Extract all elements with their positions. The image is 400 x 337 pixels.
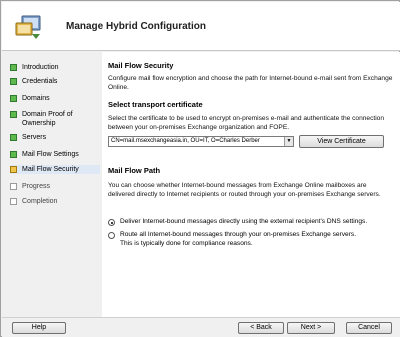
- nav-item-label: Mail Flow Settings: [22, 151, 79, 158]
- option-direct-delivery[interactable]: Deliver Internet-bound messages directly…: [108, 218, 393, 227]
- nav-item-label: Servers: [22, 134, 47, 141]
- mail-flow-path-description: You can choose whether Internet-bound me…: [108, 182, 381, 198]
- radio-direct[interactable]: [108, 219, 115, 226]
- option-direct-label: Deliver Internet-bound messages directly…: [120, 218, 368, 225]
- step-pending-icon: [10, 198, 17, 205]
- main-panel: Mail Flow Security Configure mail flow e…: [102, 52, 400, 317]
- step-done-icon: [10, 111, 17, 118]
- nav-item-label: Domains: [22, 95, 50, 102]
- next-button[interactable]: Next >: [287, 322, 335, 334]
- nav-item-introduction[interactable]: Introduction: [10, 63, 100, 72]
- wizard-window: Manage Hybrid Configuration Introduction…: [0, 0, 400, 337]
- section-heading: Mail Flow Security: [108, 61, 174, 70]
- wizard-steps-nav: Introduction Credentials Domains Domain …: [2, 52, 101, 317]
- page-title: Manage Hybrid Configuration: [66, 21, 206, 32]
- wizard-icon: [14, 14, 44, 40]
- nav-item-progress[interactable]: Progress: [10, 182, 100, 191]
- step-done-icon: [10, 151, 17, 158]
- step-done-icon: [10, 64, 17, 71]
- nav-item-completion[interactable]: Completion: [10, 197, 100, 206]
- nav-item-label: Introduction: [22, 64, 59, 71]
- step-done-icon: [10, 78, 17, 85]
- step-current-icon: [10, 166, 17, 173]
- cancel-button[interactable]: Cancel: [346, 322, 392, 334]
- nav-item-label: Progress: [22, 183, 51, 190]
- chevron-down-icon[interactable]: ▼: [284, 137, 293, 146]
- intro-text: Configure mail flow encryption and choos…: [108, 75, 393, 91]
- nav-item-label: Completion: [22, 198, 58, 205]
- nav-item-domains[interactable]: Domains: [10, 94, 100, 103]
- nav-item-label: Credentials: [22, 78, 58, 85]
- wizard-header: Manage Hybrid Configuration: [2, 2, 400, 51]
- nav-item-credentials[interactable]: Credentials: [10, 77, 100, 86]
- nav-item-mail-flow-settings[interactable]: Mail Flow Settings: [10, 150, 100, 159]
- nav-item-label: Domain Proof of Ownership: [22, 111, 73, 127]
- option-route-label: Route all Internet-bound messages throug…: [120, 231, 357, 247]
- certificate-value: CN=mail.msexchangeasia.in, OU=IT, O=Char…: [111, 138, 260, 144]
- radio-route[interactable]: [108, 232, 115, 239]
- certificate-dropdown[interactable]: CN=mail.msexchangeasia.in, OU=IT, O=Char…: [108, 136, 294, 147]
- nav-item-servers[interactable]: Servers: [10, 133, 100, 142]
- nav-item-label: Mail Flow Security: [22, 166, 79, 173]
- cert-description: Select the certificate to be used to enc…: [108, 115, 384, 131]
- step-done-icon: [10, 134, 17, 141]
- step-done-icon: [10, 95, 17, 102]
- help-button[interactable]: Help: [12, 322, 66, 334]
- view-certificate-button[interactable]: View Certificate: [299, 135, 384, 148]
- back-button[interactable]: < Back: [238, 322, 284, 334]
- option-route-onprem[interactable]: Route all Internet-bound messages throug…: [108, 231, 393, 248]
- step-pending-icon: [10, 183, 17, 190]
- nav-item-mail-flow-security[interactable]: Mail Flow Security: [10, 165, 100, 174]
- cert-heading: Select transport certificate: [108, 100, 203, 109]
- wizard-footer: Help < Back Next > Cancel: [2, 317, 400, 337]
- nav-item-domain-proof[interactable]: Domain Proof of Ownership: [10, 110, 100, 128]
- mail-flow-path-heading: Mail Flow Path: [108, 166, 161, 175]
